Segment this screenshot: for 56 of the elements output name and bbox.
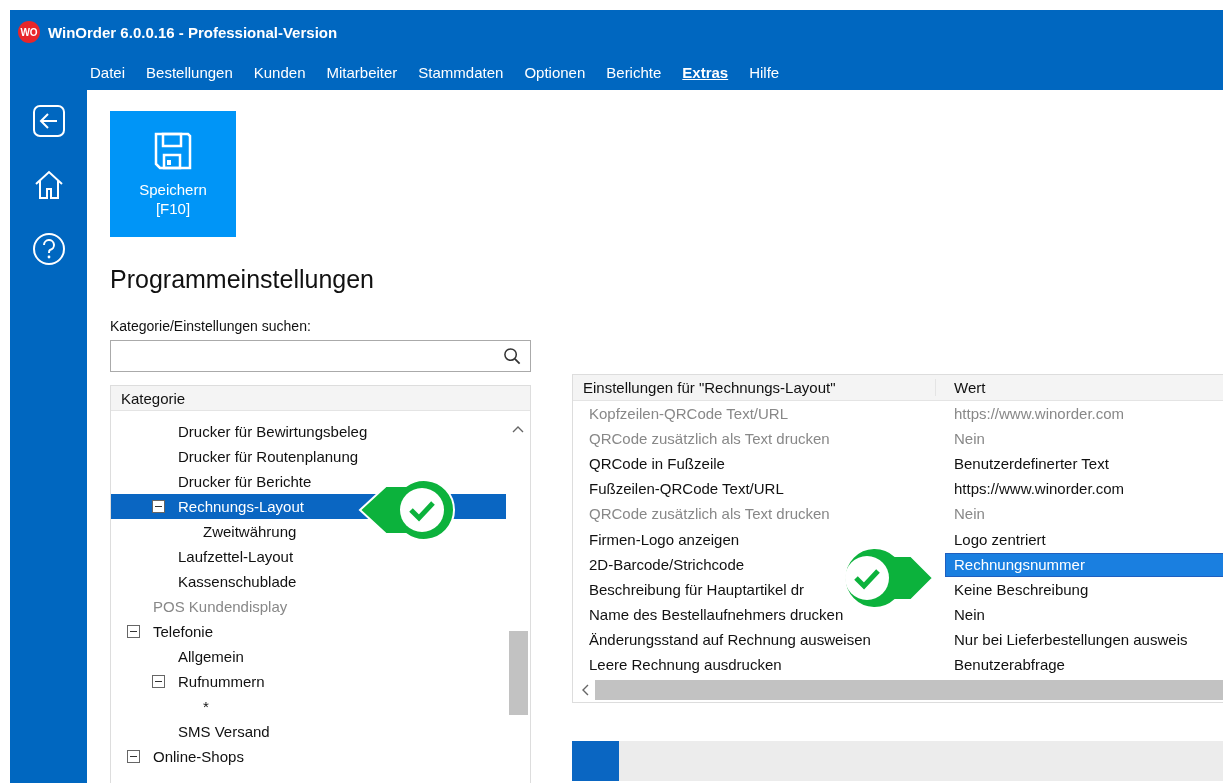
tree-item[interactable]: SMS Versand	[111, 719, 506, 744]
setting-name[interactable]: Änderungsstand auf Rechnung ausweisen	[573, 629, 936, 652]
tree-item[interactable]: Rufnummern	[111, 669, 506, 694]
tree-item[interactable]: Online-Shops	[111, 744, 506, 769]
setting-name[interactable]: Name des Bestellaufnehmers drucken	[573, 604, 936, 627]
collapse-icon[interactable]	[152, 500, 165, 513]
search-label: Kategorie/Einstellungen suchen:	[110, 318, 312, 334]
menu-item[interactable]: Stammdaten	[418, 63, 504, 81]
menu-item[interactable]: Extras	[682, 63, 729, 81]
collapse-icon[interactable]	[127, 625, 140, 638]
setting-name[interactable]: Leere Rechnung ausdrucken	[573, 654, 936, 677]
setting-value[interactable]: Nur bei Lieferbestellungen ausweis	[936, 629, 1223, 652]
collapse-icon[interactable]	[127, 750, 140, 763]
menu-item[interactable]: Optionen	[524, 63, 586, 81]
menu-item[interactable]: Mitarbeiter	[326, 63, 398, 81]
tree-item[interactable]: *	[111, 694, 506, 719]
setting-value[interactable]: Keine Beschreibung	[936, 578, 1223, 601]
setting-value[interactable]: Nein	[936, 604, 1223, 627]
menu-item[interactable]: Datei	[90, 63, 126, 81]
tree-item[interactable]: Zweitwährung	[111, 519, 506, 544]
setting-value[interactable]: Benutzerdefinerter Text	[936, 452, 1223, 475]
setting-name[interactable]: QRCode in Fußzeile	[573, 452, 936, 475]
setting-value[interactable]: https://www.winorder.com	[936, 478, 1223, 501]
tree-item[interactable]: Drucker für Bewirtungsbeleg	[111, 419, 506, 444]
menu-item[interactable]: Kunden	[253, 63, 306, 81]
setting-name[interactable]: Fußzeilen-QRCode Text/URL	[573, 478, 936, 501]
search-field[interactable]	[110, 340, 531, 372]
tree-item[interactable]: Drucker für Routenplanung	[111, 444, 506, 469]
collapse-icon[interactable]	[152, 675, 165, 688]
menu-item[interactable]: Hilfe	[749, 63, 780, 81]
menu-item[interactable]: Berichte	[606, 63, 662, 81]
column-header[interactable]: Einstellungen für "Rechnungs-Layout"	[573, 379, 936, 396]
app-logo: WO	[18, 21, 40, 43]
tree-item[interactable]: Drucker für Berichte	[111, 469, 506, 494]
setting-value[interactable]: Rechnungsnummer	[946, 553, 1223, 576]
scroll-up-icon[interactable]	[512, 425, 524, 433]
scrollbar-thumb[interactable]	[595, 680, 1223, 701]
scrollbar-thumb[interactable]	[509, 631, 528, 715]
tree-item[interactable]: Allgemein	[111, 644, 506, 669]
tree-item[interactable]: Laufzettel-Layout	[111, 544, 506, 569]
page-heading: Programmeinstellungen	[110, 265, 376, 294]
scroll-left-icon[interactable]	[581, 684, 589, 697]
setting-name[interactable]: Firmen-Logo anzeigen	[573, 528, 936, 551]
setting-value[interactable]: Logo zentriert	[936, 528, 1223, 551]
help-icon[interactable]	[31, 232, 66, 266]
column-header[interactable]: Kategorie	[121, 389, 186, 407]
column-header[interactable]: Wert	[936, 379, 1223, 396]
menu-item[interactable]: Bestellungen	[146, 63, 233, 81]
setting-name[interactable]: Beschreibung für Hauptartikel dr	[573, 578, 936, 601]
window-title: WinOrder 6.0.0.16 - Professional-Version	[48, 23, 338, 41]
tree-item[interactable]: Kassenschublade	[111, 569, 506, 594]
setting-name[interactable]: 2D-Barcode/Strichcode	[573, 553, 936, 576]
back-icon[interactable]	[31, 104, 66, 138]
setting-value[interactable]: Benutzerabfrage	[936, 654, 1223, 677]
search-icon[interactable]	[503, 346, 522, 366]
tree-item[interactable]: Telefonie	[111, 619, 506, 644]
